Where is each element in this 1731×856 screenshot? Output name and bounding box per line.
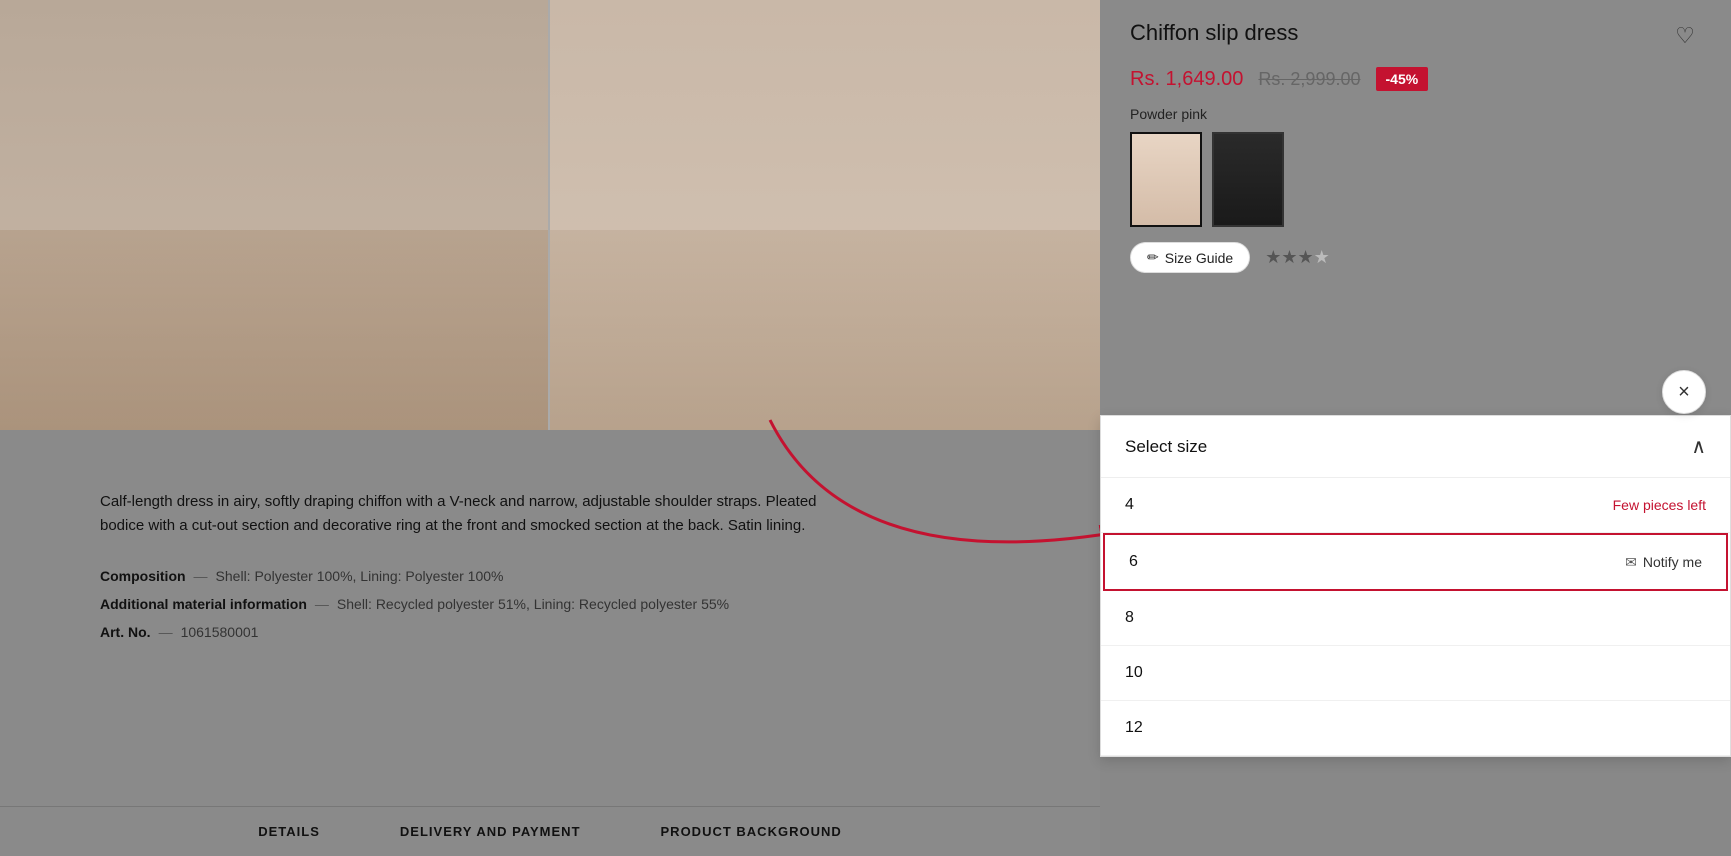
size-selector-header: Select size ∧	[1101, 416, 1730, 478]
stars-row: ★ ★ ★ ★	[1265, 247, 1330, 268]
product-panel: Chiffon slip dress ♡ Rs. 1,649.00 Rs. 2,…	[1100, 0, 1731, 430]
product-description: Calf-length dress in airy, softly drapin…	[100, 490, 850, 538]
pencil-icon: ✏	[1147, 249, 1159, 266]
close-button[interactable]: ×	[1662, 370, 1706, 414]
size-option-8[interactable]: 8	[1101, 591, 1730, 646]
size-selector-title: Select size	[1125, 437, 1207, 457]
color-swatch-pink[interactable]	[1130, 132, 1202, 227]
size-guide-row: ✏ Size Guide ★ ★ ★ ★	[1130, 242, 1701, 273]
color-swatches	[1130, 132, 1701, 227]
size-option-number-8: 8	[1125, 609, 1134, 627]
discount-badge: -45%	[1376, 67, 1429, 91]
color-swatch-black[interactable]	[1212, 132, 1284, 227]
size-option-6[interactable]: 6 ✉ Notify me	[1103, 533, 1728, 591]
composition-label: Composition	[100, 568, 186, 584]
tab-details[interactable]: DETAILS	[258, 824, 320, 839]
product-description-area: Calf-length dress in airy, softly drapin…	[0, 430, 1100, 856]
product-title-row: Chiffon slip dress ♡	[1130, 20, 1701, 52]
material-info-label: Additional material information	[100, 596, 307, 612]
star-3: ★	[1298, 247, 1314, 268]
size-guide-button[interactable]: ✏ Size Guide	[1130, 242, 1250, 273]
price-original: Rs. 2,999.00	[1258, 69, 1360, 90]
product-image-1	[0, 0, 550, 430]
size-option-number-6: 6	[1129, 553, 1138, 571]
size-option-number-12: 12	[1125, 719, 1143, 737]
tab-delivery[interactable]: DELIVERY AND PAYMENT	[400, 824, 581, 839]
chevron-up-icon[interactable]: ∧	[1691, 434, 1706, 459]
star-1: ★	[1265, 247, 1281, 268]
size-option-4[interactable]: 4 Few pieces left	[1101, 478, 1730, 533]
size-option-10[interactable]: 10	[1101, 646, 1730, 701]
art-no-value: 1061580001	[181, 624, 259, 640]
bottom-tabs: DETAILS DELIVERY AND PAYMENT PRODUCT BAC…	[0, 806, 1100, 856]
few-pieces-left-badge: Few pieces left	[1613, 497, 1706, 513]
tab-product-background[interactable]: PRODUCT BACKGROUND	[661, 824, 842, 839]
product-image-2	[550, 0, 1100, 430]
composition-row: Composition — Shell: Polyester 100%, Lin…	[100, 568, 1000, 584]
star-2: ★	[1281, 247, 1297, 268]
product-images	[0, 0, 1100, 430]
notify-me-label: Notify me	[1643, 554, 1702, 570]
art-no-label: Art. No.	[100, 624, 151, 640]
material-info-row: Additional material information — Shell:…	[100, 596, 1000, 612]
wishlist-button[interactable]: ♡	[1669, 20, 1701, 52]
composition-value: Shell: Polyester 100%, Lining: Polyester…	[216, 568, 504, 584]
notify-me-button[interactable]: ✉ Notify me	[1625, 554, 1702, 571]
price-current: Rs. 1,649.00	[1130, 68, 1243, 91]
mail-icon: ✉	[1625, 554, 1637, 571]
color-label: Powder pink	[1130, 106, 1701, 122]
size-guide-label: Size Guide	[1165, 250, 1233, 266]
size-options-list: 4 Few pieces left 6 ✉ Notify me 8 10 12	[1101, 478, 1730, 756]
product-title: Chiffon slip dress	[1130, 20, 1298, 46]
price-row: Rs. 1,649.00 Rs. 2,999.00 -45%	[1130, 67, 1701, 91]
material-info-value: Shell: Recycled polyester 51%, Lining: R…	[337, 596, 729, 612]
size-option-number-4: 4	[1125, 496, 1134, 514]
close-icon: ×	[1678, 381, 1690, 404]
size-option-number-10: 10	[1125, 664, 1143, 682]
heart-icon: ♡	[1675, 25, 1695, 47]
size-selector-panel: Select size ∧ 4 Few pieces left 6 ✉ Noti…	[1100, 415, 1731, 757]
star-4: ★	[1314, 247, 1330, 268]
size-option-12[interactable]: 12	[1101, 701, 1730, 756]
art-no-row: Art. No. — 1061580001	[100, 624, 1000, 640]
